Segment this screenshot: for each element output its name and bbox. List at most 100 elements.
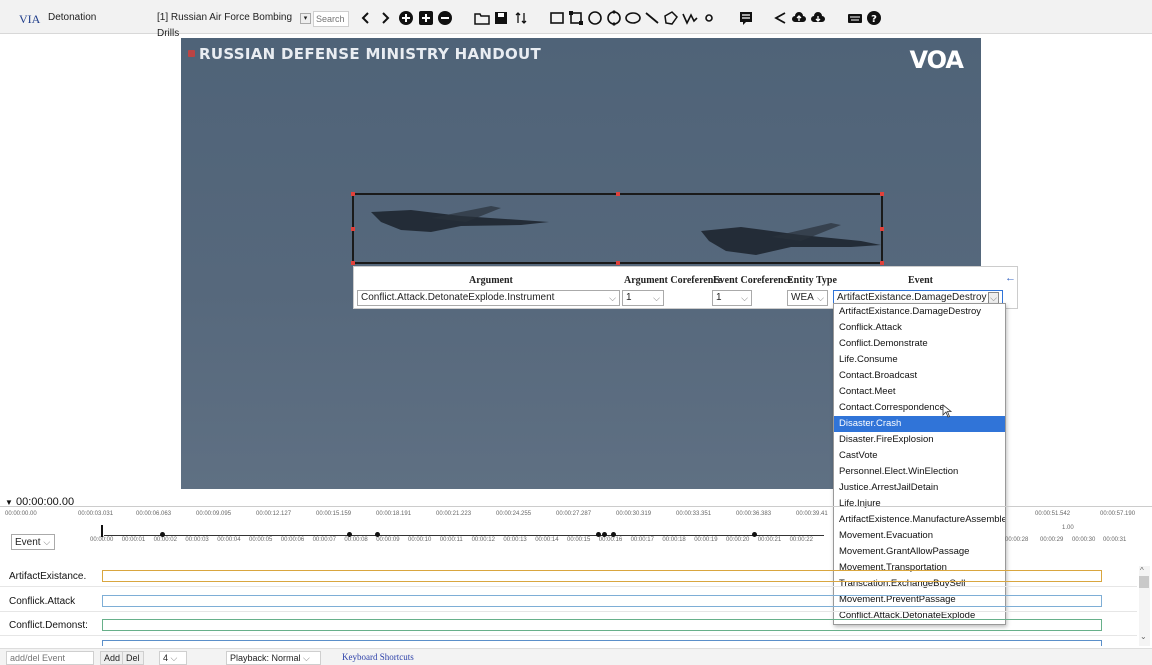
track-type-select[interactable]: Event ⌵ bbox=[11, 534, 55, 550]
scrollbar-thumb[interactable] bbox=[1139, 576, 1149, 588]
add-circle-icon[interactable] bbox=[397, 9, 415, 27]
remove-circle-icon[interactable] bbox=[436, 9, 454, 27]
line-tool-icon[interactable] bbox=[643, 9, 661, 27]
dropdown-option[interactable]: Conflick.Attack bbox=[834, 320, 1005, 336]
keyframe-marker[interactable] bbox=[160, 532, 165, 537]
keyframe-marker[interactable] bbox=[375, 532, 380, 537]
mouse-cursor-icon bbox=[942, 404, 952, 418]
circle-tool-icon[interactable] bbox=[586, 9, 604, 27]
dropdown-option[interactable]: Movement.GrantAllowPassage bbox=[834, 544, 1005, 560]
keyframe-marker[interactable] bbox=[602, 532, 607, 537]
mini-time-label: 00:00:11 bbox=[439, 537, 463, 543]
playback-select[interactable]: Playback: Normal ⌵ bbox=[226, 651, 321, 665]
ruler-time-label: 00:00:57.190 bbox=[1100, 511, 1136, 517]
del-button[interactable]: Del bbox=[122, 651, 144, 665]
video-selector[interactable]: [1] Russian Air Force Bombing Drills bbox=[153, 10, 300, 39]
keyframe-marker[interactable] bbox=[611, 532, 616, 537]
header-entity-type: Entity Type bbox=[787, 275, 837, 286]
ruler-time-label: 00:00:39.41 bbox=[796, 511, 828, 517]
track-row-label[interactable]: Conflict.Demonst: bbox=[9, 620, 88, 631]
scroll-down-icon[interactable]: ⌄ bbox=[1140, 632, 1147, 641]
row-divider bbox=[0, 635, 1137, 636]
argument-select[interactable]: Conflict.Attack.DetonateExplode.Instrume… bbox=[357, 290, 620, 306]
mini-time-label: 00:00:14 bbox=[535, 537, 559, 543]
bbox-handle-top-right[interactable] bbox=[880, 192, 884, 196]
extreme-rectangle-icon[interactable] bbox=[567, 9, 585, 27]
header-argument-coreference: Argument Coreference bbox=[624, 275, 723, 286]
bbox-handle-top-left[interactable] bbox=[351, 192, 355, 196]
save-icon[interactable] bbox=[492, 9, 510, 27]
keyframe-marker[interactable] bbox=[752, 532, 757, 537]
chevron-down-icon: ⌵ bbox=[741, 293, 748, 303]
track-row-label[interactable]: ArtifactExistance. bbox=[9, 571, 86, 582]
rectangle-tool-icon[interactable] bbox=[548, 9, 566, 27]
share-icon[interactable] bbox=[772, 9, 790, 27]
keyboard-shortcuts-link[interactable]: Keyboard Shortcuts bbox=[342, 652, 414, 662]
dropdown-option[interactable]: ArtifactExistance.DamageDestroy bbox=[834, 304, 1005, 320]
dropdown-option[interactable]: Personnel.Elect.WinElection bbox=[834, 464, 1005, 480]
count-select[interactable]: 4 ⌵ bbox=[159, 651, 187, 665]
folder-icon[interactable] bbox=[473, 9, 491, 27]
dropdown-option[interactable]: Disaster.FireExplosion bbox=[834, 432, 1005, 448]
cloud-download-icon[interactable] bbox=[809, 9, 827, 27]
mini-time-label: 00:00:04 bbox=[217, 537, 241, 543]
event-coreference-select[interactable]: 1 ⌵ bbox=[712, 290, 752, 306]
search-input[interactable] bbox=[313, 11, 349, 27]
back-arrow-button[interactable]: ← bbox=[1005, 272, 1016, 284]
entity-type-select[interactable]: WEA ⌵ bbox=[787, 290, 828, 306]
dropdown-option[interactable]: Contact.Meet bbox=[834, 384, 1005, 400]
argument-coreference-value: 1 bbox=[626, 292, 632, 303]
track-segment[interactable] bbox=[102, 595, 1102, 607]
dropdown-option[interactable]: Contact.Broadcast bbox=[834, 368, 1005, 384]
attributes-panel-icon[interactable] bbox=[737, 9, 755, 27]
help-icon[interactable]: ? bbox=[865, 9, 883, 27]
ellipse-tool-icon[interactable] bbox=[624, 9, 642, 27]
argument-select-value: Conflict.Attack.DetonateExplode.Instrume… bbox=[361, 292, 555, 303]
cloud-upload-icon[interactable] bbox=[790, 9, 808, 27]
keyframe-marker[interactable] bbox=[347, 532, 352, 537]
timeline-axis-line bbox=[104, 535, 824, 536]
polyline-tool-icon[interactable] bbox=[681, 9, 699, 27]
track-segment[interactable] bbox=[102, 619, 1102, 631]
sort-icon[interactable] bbox=[512, 9, 530, 27]
bbox-handle-bottom-right[interactable] bbox=[880, 261, 884, 265]
video-selector-chevron-icon[interactable]: ▾ bbox=[300, 13, 311, 24]
dropdown-option[interactable]: Conflict.Demonstrate bbox=[834, 336, 1005, 352]
bbox-handle-bottom-left[interactable] bbox=[351, 261, 355, 265]
keyframe-marker[interactable] bbox=[596, 532, 601, 537]
mini-time-label: 00:00:03 bbox=[185, 537, 209, 543]
bbox-handle-left[interactable] bbox=[351, 227, 355, 231]
previous-icon[interactable] bbox=[357, 9, 375, 27]
dropdown-option[interactable]: Disaster.Crash bbox=[834, 416, 1005, 432]
dropdown-option[interactable]: Contact.Correspondence bbox=[834, 400, 1005, 416]
polygon-tool-icon[interactable] bbox=[662, 9, 680, 27]
playhead-marker[interactable] bbox=[101, 525, 103, 537]
track-row-label[interactable]: Conflick.Attack bbox=[9, 596, 75, 607]
ruler-time-label: 00:00:30.319 bbox=[616, 511, 652, 517]
app-name[interactable]: VIA bbox=[19, 12, 40, 27]
project-name-field[interactable]: Detonation bbox=[44, 10, 150, 28]
bbox-handle-top[interactable] bbox=[616, 192, 620, 196]
point-tool-icon[interactable] bbox=[700, 9, 718, 27]
bbox-handle-bottom[interactable] bbox=[616, 261, 620, 265]
argument-coreference-select[interactable]: 1 ⌵ bbox=[622, 290, 664, 306]
annotation-bounding-box[interactable] bbox=[351, 192, 884, 265]
add-square-icon[interactable] bbox=[417, 9, 435, 27]
dropdown-option[interactable]: CastVote bbox=[834, 448, 1005, 464]
scroll-up-icon[interactable]: ^ bbox=[1140, 566, 1144, 575]
keyboard-icon[interactable] bbox=[846, 9, 864, 27]
track-segment[interactable] bbox=[102, 570, 1102, 582]
add-del-event-input[interactable] bbox=[6, 651, 94, 665]
mini-time-label: 00:00:18 bbox=[662, 537, 686, 543]
mini-time-label: 00:00:29 bbox=[1040, 537, 1064, 543]
next-icon[interactable] bbox=[376, 9, 394, 27]
dropdown-option[interactable]: Justice.ArrestJailDetain bbox=[834, 480, 1005, 496]
bbox-handle-right[interactable] bbox=[880, 227, 884, 231]
ruler-time-label: 00:00:03.031 bbox=[78, 511, 114, 517]
timeline-ruler[interactable]: 00:00:00.00 00:00:03.031 00:00:06.063 00:00… bbox=[0, 506, 1152, 546]
dropdown-option[interactable]: Life.Consume bbox=[834, 352, 1005, 368]
vertical-scrollbar[interactable]: ^ ⌄ bbox=[1139, 566, 1150, 646]
track-segment[interactable] bbox=[102, 640, 1102, 646]
extreme-circle-icon[interactable] bbox=[605, 9, 623, 27]
add-button[interactable]: Add bbox=[100, 651, 125, 665]
